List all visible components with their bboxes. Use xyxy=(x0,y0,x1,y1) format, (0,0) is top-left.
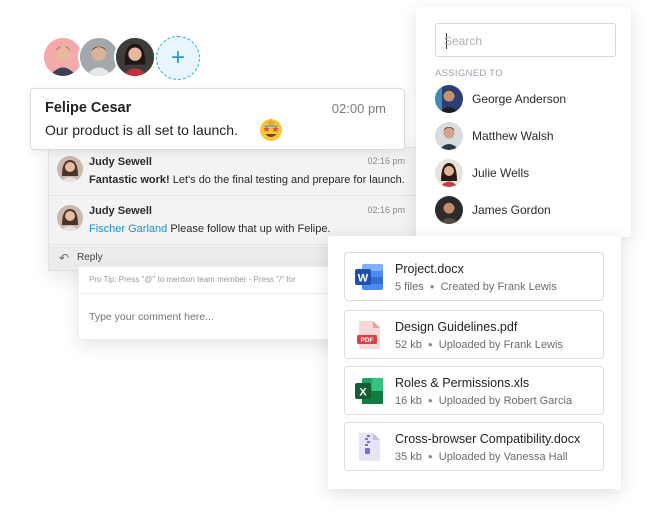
file-meta: 52 kb ● Uploaded by Frank Lewis xyxy=(395,339,563,351)
assignee-name: James Gordon xyxy=(472,203,551,217)
assignee-option[interactable]: James Gordon xyxy=(435,196,620,226)
person-james-icon xyxy=(435,196,463,224)
mention-link[interactable]: Fischer Garland xyxy=(89,223,167,235)
file-author: Uploaded by Vanessa Hall xyxy=(438,451,568,463)
add-user-button[interactable]: + xyxy=(156,36,200,80)
file-author: Created by Frank Lewis xyxy=(440,281,557,293)
search-input[interactable] xyxy=(444,32,604,50)
message-author: Felipe Cesar xyxy=(45,100,132,116)
person-judy-icon xyxy=(57,156,83,182)
message-bold-text: Fantastic work! xyxy=(89,174,170,186)
assign-panel: ASSIGNED TO George Anderson Matthew Wals… xyxy=(416,7,631,237)
file-meta: 35 kb ● Uploaded by Vanessa Hall xyxy=(395,451,568,463)
star-struck-emoji-icon xyxy=(260,118,282,141)
avatar xyxy=(435,196,463,224)
file-size: 52 kb xyxy=(395,339,422,351)
assignee-option[interactable]: Matthew Walsh xyxy=(435,122,620,152)
divider xyxy=(79,293,339,294)
reply-button[interactable]: Reply xyxy=(77,252,103,263)
dot-separator: ● xyxy=(429,282,435,291)
zip-icon xyxy=(359,433,380,461)
message-author: Judy Sewell xyxy=(89,205,152,217)
person-julie-icon xyxy=(435,159,463,187)
files-panel: W Project.docx 5 files ● Created by Frank … xyxy=(328,236,621,489)
person-george-icon xyxy=(435,85,463,113)
pdf-icon: PDF xyxy=(357,321,380,349)
message-text: Fantastic work! Let's do the final testi… xyxy=(89,174,405,186)
person-judy-icon xyxy=(57,205,83,231)
assignee-option[interactable]: Julie Wells xyxy=(435,159,620,189)
file-item[interactable]: W Project.docx 5 files ● Created by Frank … xyxy=(344,252,604,301)
dot-separator: ● xyxy=(427,452,433,461)
excel-icon: X xyxy=(355,378,383,404)
file-author: Uploaded by Frank Lewis xyxy=(438,339,563,351)
file-item[interactable]: X Roles & Permissions.xls 16 kb ● Uploaded… xyxy=(344,366,604,415)
word-icon: W xyxy=(355,264,383,290)
person-1-icon xyxy=(44,38,82,76)
svg-text:X: X xyxy=(359,387,367,399)
judy-avatar xyxy=(57,156,83,182)
message-body: Let's do the final testing and prepare f… xyxy=(169,174,405,186)
file-size: 16 kb xyxy=(395,395,422,407)
search-box[interactable] xyxy=(435,23,616,57)
file-name: Project.docx xyxy=(395,262,464,276)
avatar xyxy=(435,122,463,150)
dot-separator: ● xyxy=(427,396,433,405)
file-item[interactable]: Cross-browser Compatibility.docx 35 kb ● U… xyxy=(344,422,604,471)
avatar xyxy=(435,159,463,187)
avatar xyxy=(435,85,463,113)
file-meta: 5 files ● Created by Frank Lewis xyxy=(395,281,557,293)
svg-text:W: W xyxy=(358,273,369,285)
file-author: Uploaded by Robert Garcia xyxy=(438,395,573,407)
comment-box: Pro Tip: Press "@" to mention team membe… xyxy=(78,266,340,340)
dot-separator: ● xyxy=(427,340,433,349)
person-matthew-icon xyxy=(435,122,463,150)
assignee-option[interactable]: George Anderson xyxy=(435,85,620,115)
featured-message: Felipe Cesar 02:00 pm Our product is all… xyxy=(30,88,405,150)
comment-input[interactable] xyxy=(89,309,319,325)
judy-avatar xyxy=(57,205,83,231)
message-time: 02:16 pm xyxy=(367,205,405,215)
person-3-icon xyxy=(116,38,154,76)
message-body: Please follow that up with Felipe. xyxy=(167,223,331,235)
file-name: Cross-browser Compatibility.docx xyxy=(395,432,581,446)
file-item[interactable]: PDF Design Guidelines.pdf 52 kb ● Uploaded… xyxy=(344,310,604,359)
team-avatars: + xyxy=(42,36,212,80)
message-text: Our product is all set to launch. xyxy=(45,122,238,138)
thread-message: Judy Sewell 02:16 pm Fantastic work! Let… xyxy=(49,148,419,196)
person-2-icon xyxy=(80,38,118,76)
assignee-name: Julie Wells xyxy=(472,166,530,180)
message-time: 02:16 pm xyxy=(367,156,405,166)
message-time: 02:00 pm xyxy=(331,101,386,116)
file-size: 5 files xyxy=(395,281,424,293)
assigned-to-label: ASSIGNED TO xyxy=(435,68,503,79)
svg-text:PDF: PDF xyxy=(361,337,374,344)
message-author: Judy Sewell xyxy=(89,156,152,168)
assignee-name: George Anderson xyxy=(472,92,567,106)
message-text: Fischer Garland Please follow that up wi… xyxy=(89,223,331,235)
file-name: Roles & Permissions.xls xyxy=(395,376,530,390)
user-avatar-3[interactable] xyxy=(114,36,156,78)
file-meta: 16 kb ● Uploaded by Robert Garcia xyxy=(395,395,572,407)
file-name: Design Guidelines.pdf xyxy=(395,320,518,334)
assignee-name: Matthew Walsh xyxy=(472,129,554,143)
file-size: 35 kb xyxy=(395,451,422,463)
pro-tip: Pro Tip: Press "@" to mention team membe… xyxy=(89,275,296,284)
reply-icon: ↶ xyxy=(59,251,70,265)
